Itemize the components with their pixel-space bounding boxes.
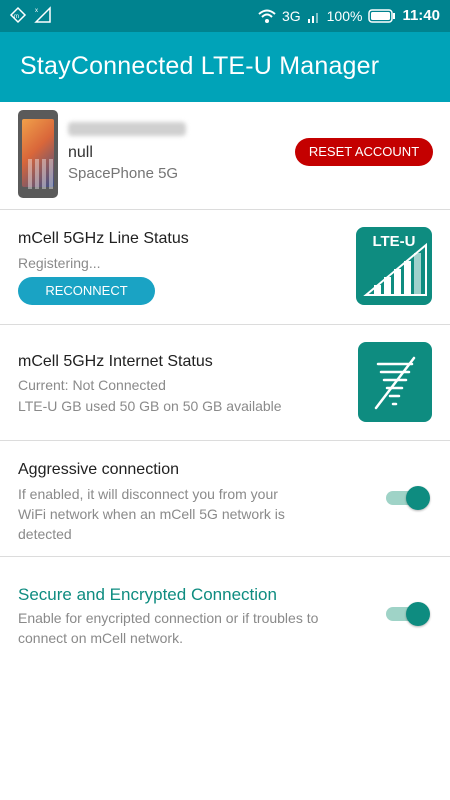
device-model: SpacePhone 5G bbox=[68, 165, 179, 182]
status-bar: m x 3G 100% 11:40 bbox=[0, 0, 450, 32]
secure-description: Enable for enycripted connection or if t… bbox=[18, 610, 319, 646]
internet-usage: LTE-U GB used 50 GB on 50 GB available bbox=[18, 398, 282, 414]
app-title: StayConnected LTE-U Manager bbox=[20, 52, 380, 80]
clock: 11:40 bbox=[402, 7, 440, 24]
no-signal-icon: x bbox=[34, 6, 51, 23]
secure-connection-section: Secure and Encrypted Connection Enable f… bbox=[0, 557, 450, 667]
wifi-icon bbox=[258, 9, 276, 23]
network-type: 3G bbox=[281, 7, 301, 24]
line-status-title: mCell 5GHz Line Status bbox=[18, 230, 189, 247]
cell-signal-icon bbox=[307, 12, 318, 23]
svg-text:m: m bbox=[14, 14, 19, 20]
line-status-section: mCell 5GHz Line Status Registering... RE… bbox=[0, 210, 450, 325]
reconnect-button[interactable]: RECONNECT bbox=[18, 277, 155, 305]
aggressive-toggle[interactable] bbox=[384, 483, 430, 513]
phone-image bbox=[18, 110, 58, 198]
aggressive-connection-section: Aggressive connection If enabled, it wil… bbox=[0, 441, 450, 557]
lte-u-tile: LTE-U bbox=[356, 227, 432, 305]
tornado-crossed-icon bbox=[374, 356, 416, 410]
svg-text:x: x bbox=[35, 8, 38, 14]
reset-account-button[interactable]: RESET ACCOUNT bbox=[295, 138, 433, 166]
battery-percent: 100% bbox=[326, 7, 363, 24]
secure-toggle[interactable] bbox=[384, 599, 430, 629]
internet-current: Current: Not Connected bbox=[18, 377, 166, 393]
battery-icon bbox=[368, 8, 396, 23]
device-section: null SpacePhone 5G RESET ACCOUNT bbox=[0, 102, 450, 210]
internet-status-title: mCell 5GHz Internet Status bbox=[18, 353, 213, 370]
status-left-icons: m x bbox=[8, 6, 54, 24]
sim-icon: m bbox=[9, 6, 27, 24]
internet-tile bbox=[358, 342, 432, 422]
internet-status-section: mCell 5GHz Internet Status Current: Not … bbox=[0, 325, 450, 441]
aggressive-description: If enabled, it will disconnect you from … bbox=[18, 486, 285, 542]
secure-title: Secure and Encrypted Connection bbox=[18, 585, 277, 604]
app-bar: StayConnected LTE-U Manager bbox=[0, 32, 450, 102]
aggressive-title: Aggressive connection bbox=[18, 461, 179, 478]
device-owner: null bbox=[68, 144, 93, 161]
blurred-account-id bbox=[68, 122, 186, 136]
signal-bars-icon bbox=[363, 242, 427, 296]
line-status-value: Registering... bbox=[18, 255, 101, 271]
status-right-icons: 3G 100% 11:40 bbox=[258, 7, 440, 24]
